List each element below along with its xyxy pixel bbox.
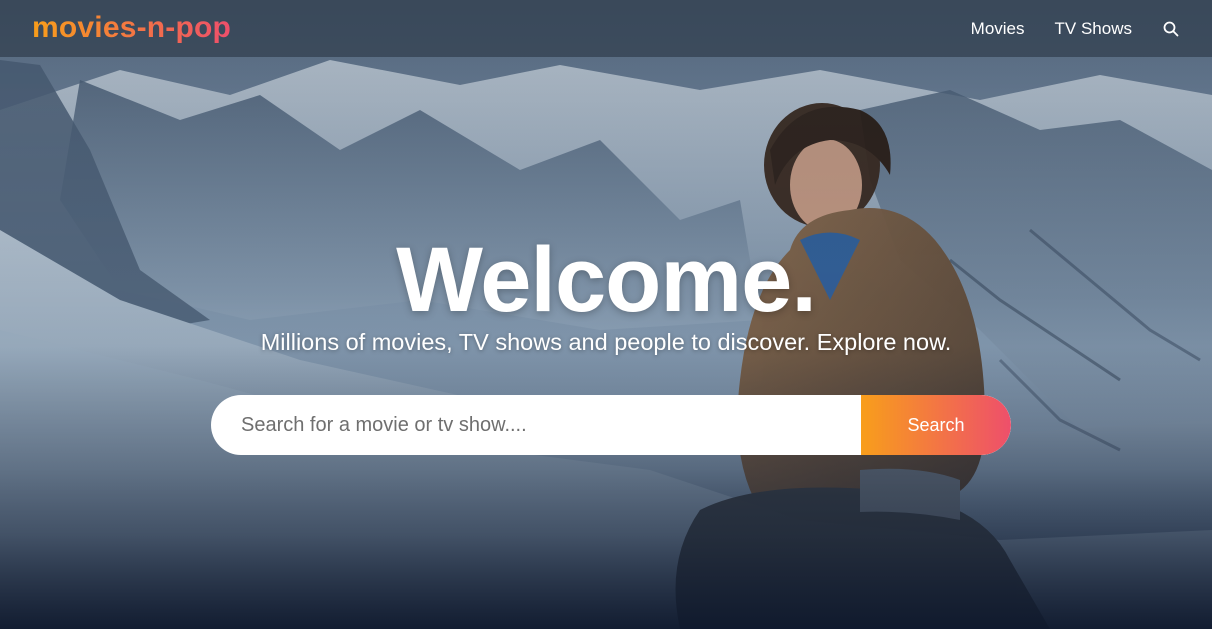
site-header: movies-n-pop Movies TV Shows [0, 0, 1212, 57]
hero-subtitle: Millions of movies, TV shows and people … [260, 329, 952, 355]
nav-item-tv-shows[interactable]: TV Shows [1055, 19, 1132, 39]
site-logo[interactable]: movies-n-pop [32, 12, 231, 43]
search-button[interactable]: Search [861, 395, 1011, 455]
hero-search-bar: Search [211, 395, 1011, 455]
search-input[interactable] [211, 395, 861, 455]
nav-item-movies[interactable]: Movies [971, 19, 1025, 39]
search-icon[interactable] [1162, 20, 1180, 38]
main-nav: Movies TV Shows [941, 19, 1180, 39]
hero-title: Welcome. [396, 229, 817, 331]
